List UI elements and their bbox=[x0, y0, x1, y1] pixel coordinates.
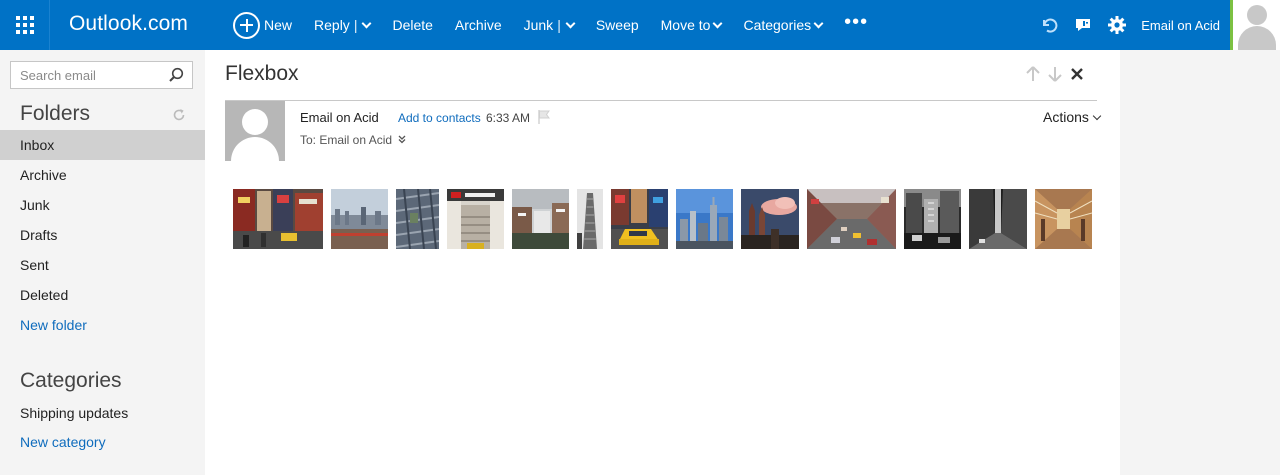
actions-menu[interactable]: Actions bbox=[1043, 109, 1102, 125]
reply-separator: | bbox=[353, 17, 358, 33]
categories-label: Categories bbox=[743, 17, 812, 33]
top-bar: Outlook.com New Reply | Delete Archive J… bbox=[0, 0, 1280, 50]
more-commands-button[interactable]: ••• bbox=[844, 12, 868, 32]
expand-recipients-icon[interactable] bbox=[398, 135, 406, 144]
header-divider bbox=[225, 100, 1097, 101]
avatar-body bbox=[231, 137, 279, 161]
plus-circle-icon bbox=[233, 11, 260, 39]
folder-pane: Folders Inbox Archive Junk Drafts Sent D… bbox=[0, 50, 205, 475]
reply-button[interactable]: Reply | bbox=[314, 17, 372, 33]
chevron-down-icon[interactable] bbox=[565, 18, 576, 28]
junk-separator: | bbox=[557, 17, 561, 33]
close-icon[interactable] bbox=[1071, 68, 1083, 80]
message-subject: Flexbox bbox=[225, 62, 299, 85]
folders-heading[interactable]: Folders bbox=[20, 102, 90, 126]
sent-time: 6:33 AM bbox=[486, 111, 531, 125]
archive-button[interactable]: Archive bbox=[455, 17, 502, 33]
reply-label: Reply bbox=[314, 17, 350, 33]
photo-yellow-taxi[interactable] bbox=[611, 189, 668, 249]
add-to-contacts-link[interactable]: Add to contacts bbox=[398, 111, 481, 125]
sweep-label: Sweep bbox=[595, 17, 639, 33]
delete-button[interactable]: Delete bbox=[392, 17, 432, 33]
delete-label: Delete bbox=[392, 17, 433, 33]
undo-button[interactable] bbox=[1033, 0, 1065, 50]
app-launcher-button[interactable] bbox=[0, 0, 50, 50]
messaging-button[interactable] bbox=[1067, 0, 1099, 50]
archive-label: Archive bbox=[454, 17, 502, 33]
photo-midtown-skyline-blue-sky[interactable] bbox=[676, 189, 733, 249]
new-button[interactable]: New bbox=[233, 11, 293, 39]
recipient-line: To: Email on Acid bbox=[300, 133, 393, 147]
chevron-down-icon bbox=[1092, 111, 1102, 121]
folder-deleted[interactable]: Deleted bbox=[0, 280, 205, 310]
top-right-tools: Email on Acid bbox=[1031, 0, 1230, 50]
command-bar: New Reply | Delete Archive Junk | Sweep … bbox=[233, 0, 890, 50]
photo-flatiron-building[interactable] bbox=[577, 189, 603, 249]
folder-inbox[interactable]: Inbox bbox=[0, 130, 205, 160]
sender-avatar bbox=[225, 101, 285, 161]
photo-aerial-city-grid[interactable] bbox=[396, 189, 439, 249]
categories-heading[interactable]: Categories bbox=[20, 369, 122, 393]
flag-icon[interactable] bbox=[538, 110, 550, 124]
new-category-link[interactable]: New category bbox=[20, 434, 106, 450]
move-to-label: Move to bbox=[660, 17, 711, 33]
undo-icon bbox=[1043, 18, 1058, 33]
ellipsis-icon: ••• bbox=[844, 11, 869, 33]
photo-times-square-crowd[interactable] bbox=[233, 189, 323, 249]
sender-name[interactable]: Email on Acid bbox=[300, 110, 379, 125]
photo-snowy-rooftops[interactable] bbox=[512, 189, 569, 249]
arrow-up-icon[interactable] bbox=[1026, 66, 1040, 82]
junk-label: Junk bbox=[523, 17, 554, 33]
actions-label: Actions bbox=[1043, 109, 1089, 125]
avatar-head bbox=[1247, 5, 1267, 25]
chevron-down-icon bbox=[813, 18, 824, 28]
photo-bw-street-scene[interactable] bbox=[904, 189, 961, 249]
settings-button[interactable] bbox=[1101, 0, 1133, 50]
folder-archive[interactable]: Archive bbox=[0, 160, 205, 190]
sweep-button[interactable]: Sweep bbox=[596, 17, 639, 33]
photo-skyline-over-water[interactable] bbox=[331, 189, 388, 249]
chevron-down-icon bbox=[713, 18, 723, 28]
photo-bw-street-canyon[interactable] bbox=[969, 189, 1027, 249]
folder-junk[interactable]: Junk bbox=[0, 190, 205, 220]
waffle-icon bbox=[15, 16, 34, 34]
account-avatar[interactable] bbox=[1230, 0, 1280, 50]
new-folder-link[interactable]: New folder bbox=[20, 317, 87, 333]
folder-sent[interactable]: Sent bbox=[0, 250, 205, 280]
photo-twin-towers-pink-cloud[interactable] bbox=[741, 189, 799, 249]
avatar-head bbox=[242, 109, 268, 135]
search-box[interactable] bbox=[10, 61, 193, 89]
account-name[interactable]: Email on Acid bbox=[1141, 18, 1220, 33]
arrow-down-icon[interactable] bbox=[1048, 66, 1062, 82]
junk-button[interactable]: Junk | bbox=[523, 17, 576, 33]
photo-subway-car-interior[interactable] bbox=[1035, 189, 1092, 249]
search-icon[interactable] bbox=[168, 67, 184, 83]
right-gutter bbox=[1120, 50, 1280, 475]
search-input[interactable] bbox=[11, 62, 161, 88]
folder-drafts[interactable]: Drafts bbox=[0, 220, 205, 250]
category-shipping-updates[interactable]: Shipping updates bbox=[0, 398, 205, 428]
move-to-button[interactable]: Move to bbox=[660, 17, 723, 33]
new-label: New bbox=[264, 17, 293, 33]
photo-subway-stairs[interactable] bbox=[447, 189, 504, 249]
chevron-down-icon[interactable] bbox=[362, 18, 372, 28]
brand-logo[interactable]: Outlook.com bbox=[69, 12, 188, 36]
categories-button[interactable]: Categories bbox=[743, 17, 824, 33]
photo-busy-avenue[interactable] bbox=[807, 189, 896, 249]
refresh-icon[interactable] bbox=[172, 108, 186, 122]
avatar-body bbox=[1238, 26, 1276, 50]
gear-icon bbox=[1108, 16, 1127, 34]
chat-icon bbox=[1076, 19, 1091, 31]
reading-pane: Flexbox Email on Acid Add to contacts 6:… bbox=[205, 50, 1120, 475]
photo-strip bbox=[205, 189, 1120, 249]
